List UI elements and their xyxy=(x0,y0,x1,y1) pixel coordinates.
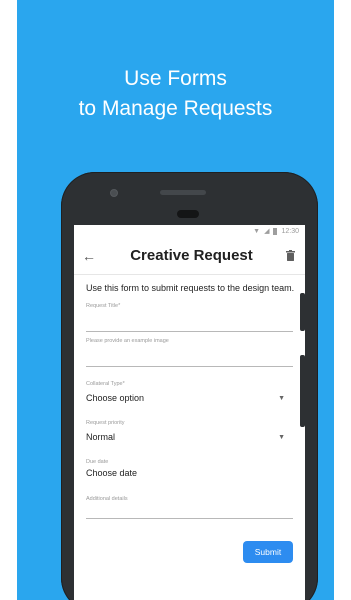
field-label: Request Title* xyxy=(86,303,121,309)
headline: Use Forms to Manage Requests xyxy=(17,64,334,124)
due-date-picker[interactable]: Choose date xyxy=(86,468,293,482)
field-label: Collateral Type* xyxy=(86,381,125,387)
caret-down-icon: ▼ xyxy=(278,394,285,402)
field-label: Due date xyxy=(86,459,109,465)
page-title: Creative Request xyxy=(130,247,253,264)
phone-volume-button xyxy=(300,355,305,427)
headline-line-1: Use Forms xyxy=(124,67,227,90)
back-arrow-icon[interactable]: ← xyxy=(82,248,102,264)
submit-button[interactable]: Submit xyxy=(243,541,293,563)
status-bar: ▼ ◢ 12:30 xyxy=(74,225,305,237)
due-date-field[interactable]: Due date Choose date xyxy=(86,459,293,482)
phone-frame: ▼ ◢ 12:30 ← Creative Request Use this fo… xyxy=(61,172,318,600)
phone-power-button xyxy=(300,293,305,331)
field-label: Additional details xyxy=(86,496,128,502)
collateral-type-value-row[interactable]: Choose option ▼ xyxy=(86,390,293,406)
request-priority-value: Normal xyxy=(86,432,116,442)
promo-background: Use Forms to Manage Requests ▼ ◢ 12:30 ←… xyxy=(17,0,334,600)
request-priority-select[interactable]: Request priority Normal ▼ xyxy=(86,420,293,445)
front-camera xyxy=(110,189,118,197)
field-label: Please provide an example image xyxy=(86,338,169,344)
earpiece-speaker xyxy=(160,190,206,195)
collateral-type-value: Choose option xyxy=(86,393,145,403)
caret-down-icon: ▼ xyxy=(278,433,285,441)
additional-details-input[interactable] xyxy=(86,505,293,519)
headline-line-2: to Manage Requests xyxy=(78,97,273,120)
request-title-input[interactable] xyxy=(86,312,293,332)
phone-screen: ▼ ◢ 12:30 ← Creative Request Use this fo… xyxy=(74,225,305,600)
example-image-input[interactable] xyxy=(86,347,293,367)
wifi-icon: ▼ xyxy=(253,227,261,235)
signal-icon: ◢ xyxy=(264,228,270,235)
trash-icon[interactable] xyxy=(283,250,297,261)
form-intro: Use this form to submit requests to the … xyxy=(86,283,295,293)
creative-request-form: Use this form to submit requests to the … xyxy=(74,275,305,563)
example-image-field[interactable]: Please provide an example image xyxy=(86,338,293,367)
field-label: Request priority xyxy=(86,420,125,426)
additional-details-field[interactable]: Additional details xyxy=(86,496,293,519)
collateral-type-select[interactable]: Collateral Type* Choose option ▼ xyxy=(86,381,293,406)
request-title-field[interactable]: Request Title* xyxy=(86,303,293,332)
app-bar: ← Creative Request xyxy=(74,237,305,275)
request-priority-value-row[interactable]: Normal ▼ xyxy=(86,429,293,445)
battery-icon xyxy=(273,227,278,235)
status-time: 12:30 xyxy=(281,227,299,235)
submit-row: Submit xyxy=(86,525,293,563)
proximity-sensor xyxy=(177,210,199,218)
